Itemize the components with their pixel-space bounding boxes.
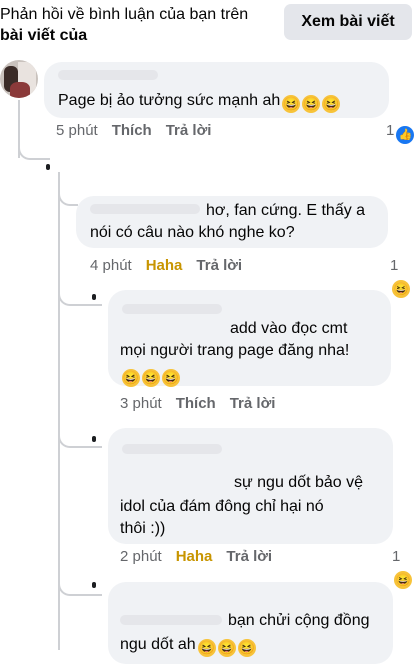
comment-text-line: bạn chửi cộng đồng <box>228 612 370 629</box>
reply-avatar-marker <box>92 294 96 300</box>
comment-time: 5 phút <box>56 122 98 139</box>
reply-action[interactable]: Trả lời <box>166 122 212 139</box>
reply-avatar-marker <box>92 582 96 588</box>
reaction-summary[interactable]: 1 👍 <box>386 121 415 144</box>
laughing-emoji-icon: 😆 <box>142 369 160 387</box>
comment-bubble[interactable]: add vào đọc cmt mọi người trang page đăn… <box>108 290 391 387</box>
redacted-name <box>122 444 222 454</box>
laughing-emoji-icon: 😆 <box>162 369 180 387</box>
comment-time: 4 phút <box>90 257 132 274</box>
reaction-summary[interactable]: 1😆 <box>392 547 418 589</box>
comment-bubble[interactable]: bạn chửi cộng đồng ngu dốt ah 😆 😆 😆 <box>108 582 393 664</box>
laughing-emoji-icon: 😆 <box>197 639 216 657</box>
reaction-summary[interactable]: 1😆 <box>390 256 418 298</box>
laughing-emoji-icon: 😆 <box>322 95 341 113</box>
haha-action[interactable]: Haha <box>146 257 183 274</box>
comment-meta: 2 phút Haha Trả lời <box>120 547 286 567</box>
like-icon: 👍 <box>396 126 415 144</box>
comment-bubble[interactable]: hơ, fan cứng. E thấy a nói có câu nào kh… <box>76 196 388 248</box>
emoji-row: 😆 😆 😆 <box>120 364 180 387</box>
thread-connector-main <box>18 126 50 160</box>
comment-bubble[interactable]: sự ngu dốt bảo vệ idol của đám đông chỉ … <box>108 428 393 544</box>
header-text: Phản hồi về bình luận của bạn trên bài v… <box>0 4 270 46</box>
comment-text-line: hơ, fan cứng. E thấy a <box>206 202 366 219</box>
comment-text-row: Page bị ảo tưởng sức mạnh ah 😆 😆 😆 <box>58 90 341 113</box>
laughing-emoji-icon: 😆 <box>122 369 140 387</box>
view-post-button[interactable]: Xem bài viết <box>284 4 412 40</box>
thread-connector-reply-2 <box>58 172 78 206</box>
reaction-count: 1 <box>390 257 399 274</box>
like-action[interactable]: Thích <box>112 122 152 139</box>
comment-text-line: thôi :)) <box>120 520 166 537</box>
laughing-emoji-icon: 😆 <box>302 95 321 113</box>
comment-text-line: mọi người trang page đăng nha! <box>120 342 350 359</box>
reply-action[interactable]: Trả lời <box>196 257 242 274</box>
laughing-emoji-icon: 😆 <box>282 95 301 113</box>
haha-action[interactable]: Haha <box>176 548 213 565</box>
comment-text-line: nói có câu nào khó nghe ko? <box>90 224 295 241</box>
comment-text-line: sự ngu dốt bảo vệ <box>234 474 364 491</box>
comment-bubble[interactable]: Page bị ảo tưởng sức mạnh ah 😆 😆 😆 <box>44 62 389 118</box>
commenter-avatar[interactable] <box>0 60 38 98</box>
redacted-name <box>122 304 222 314</box>
comment-text-row: ngu dốt ah 😆 😆 😆 <box>120 634 256 657</box>
header-text-line2: bài viết của <box>0 27 88 44</box>
comment-meta: 3 phút Thích Trả lời <box>120 394 289 414</box>
reply-action[interactable]: Trả lời <box>230 395 276 412</box>
haha-icon: 😆 <box>392 280 410 298</box>
redacted-name <box>90 204 200 214</box>
haha-icon: 😆 <box>394 571 412 589</box>
comment-meta: 4 phút Haha Trả lời <box>90 256 256 276</box>
header-text-line1: Phản hồi về bình luận của bạn trên <box>0 6 249 23</box>
laughing-emoji-icon: 😆 <box>217 639 236 657</box>
comment-text-line: add vào đọc cmt <box>230 320 348 337</box>
laughing-emoji-icon: 😆 <box>237 639 256 657</box>
reply-action[interactable]: Trả lời <box>226 548 272 565</box>
comment-text-line: idol của đám đông chỉ hại nó <box>120 498 324 515</box>
redacted-name <box>58 70 158 80</box>
comment-text-line: ngu dốt ah <box>120 636 196 653</box>
reaction-count: 1 <box>392 548 401 565</box>
comment-time: 3 phút <box>120 395 162 412</box>
comment-meta: 5 phút Thích Trả lời <box>56 121 225 141</box>
reply-avatar-marker <box>92 436 96 442</box>
comment-text: Page bị ảo tưởng sức mạnh ah <box>58 92 281 109</box>
redacted-name <box>120 615 222 625</box>
notification-header: Phản hồi về bình luận của bạn trên bài v… <box>0 0 418 52</box>
reaction-count: 1 <box>386 122 395 139</box>
reply-avatar-marker <box>46 164 50 170</box>
like-action[interactable]: Thích <box>176 395 216 412</box>
comment-time: 2 phút <box>120 548 162 565</box>
